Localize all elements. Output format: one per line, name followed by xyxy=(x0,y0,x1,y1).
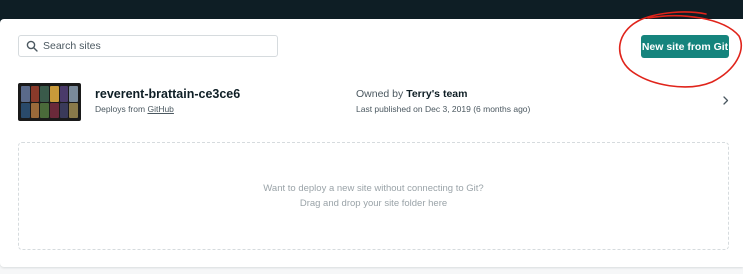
new-site-from-git-button[interactable]: New site from Git xyxy=(641,35,729,58)
search-box[interactable] xyxy=(18,35,278,57)
search-icon xyxy=(26,40,38,52)
owner-team: Terry's team xyxy=(406,88,468,100)
site-owner: Owned by Terry's team xyxy=(356,88,467,100)
github-link[interactable]: GitHub xyxy=(147,104,173,114)
deploy-source: Deploys from GitHub xyxy=(95,104,174,114)
site-thumbnail xyxy=(18,83,81,121)
dropzone-instruction: Drag and drop your site folder here xyxy=(299,198,448,209)
chevron-right-icon[interactable] xyxy=(720,93,732,107)
site-folder-dropzone[interactable]: Want to deploy a new site without connec… xyxy=(18,142,729,250)
owner-prefix: Owned by xyxy=(356,88,404,100)
site-row-reverent-brattain[interactable]: reverent-brattain-ce3ce6 Deploys from Gi… xyxy=(0,79,743,125)
site-name[interactable]: reverent-brattain-ce3ce6 xyxy=(95,87,240,101)
sites-panel: New site from Git reverent-brattain-ce3c… xyxy=(0,11,743,267)
last-published: Last published on Dec 3, 2019 (6 months … xyxy=(356,104,531,114)
deploys-prefix: Deploys from xyxy=(95,104,146,114)
search-input[interactable] xyxy=(43,40,263,52)
dropzone-prompt: Want to deploy a new site without connec… xyxy=(263,183,484,194)
